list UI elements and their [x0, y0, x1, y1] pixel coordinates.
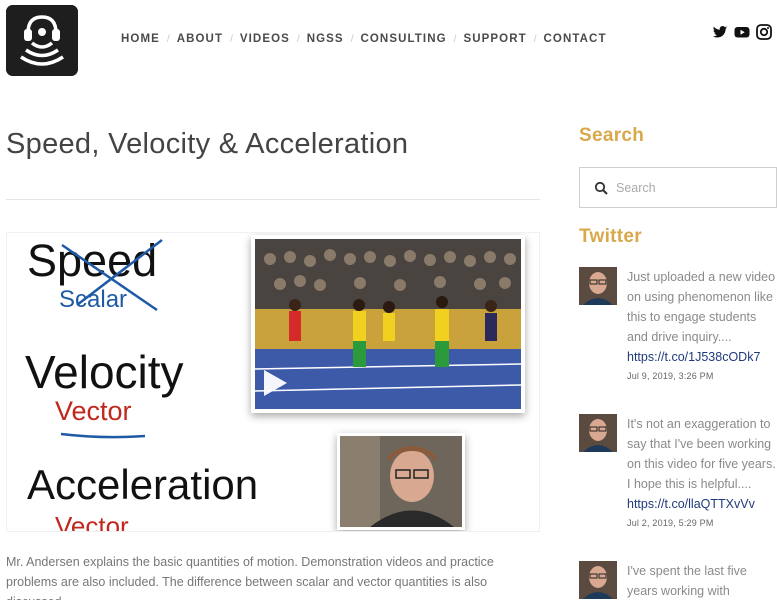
tweet-date[interactable]: Jul 9, 2019, 3:26 PM — [627, 371, 777, 381]
main-nav: HOME / ABOUT / VIDEOS / NGSS / CONSULTIN… — [121, 33, 607, 45]
race-scene-icon — [254, 239, 522, 409]
nav-videos[interactable]: VIDEOS — [240, 33, 290, 45]
twitter-icon[interactable] — [712, 24, 728, 40]
divider — [6, 199, 540, 200]
tweet-text: It's not an exaggeration to say that I'v… — [627, 417, 776, 491]
video-description: Mr. Andersen explains the basic quantiti… — [6, 555, 494, 600]
nav-separator: / — [350, 33, 354, 45]
video-word-velocity: Velocity — [25, 346, 184, 398]
nav-separator: / — [296, 33, 300, 45]
video-word-vector-2: Vector — [55, 511, 129, 532]
video-word-vector: Vector — [55, 396, 132, 426]
tweet-text: I've spent the last five years working w… — [627, 564, 747, 598]
headphones-logo-icon — [6, 5, 78, 76]
avatar[interactable] — [579, 414, 617, 452]
vector-underline-icon — [60, 432, 146, 439]
play-icon[interactable] — [259, 367, 291, 399]
nav-support[interactable]: SUPPORT — [463, 33, 526, 45]
nav-separator: / — [166, 33, 170, 45]
nav-contact[interactable]: CONTACT — [544, 33, 607, 45]
nav-ngss[interactable]: NGSS — [307, 33, 344, 45]
presenter-icon — [340, 436, 462, 527]
instagram-icon[interactable] — [756, 24, 772, 40]
twitter-heading: Twitter — [579, 226, 642, 247]
site-logo[interactable] — [6, 5, 78, 76]
nav-separator: / — [453, 33, 457, 45]
avatar[interactable] — [579, 561, 617, 599]
search-heading: Search — [579, 125, 645, 146]
avatar[interactable] — [579, 267, 617, 305]
youtube-icon[interactable] — [734, 24, 750, 40]
search-icon — [594, 181, 608, 195]
nav-separator: / — [230, 33, 233, 45]
page-title: Speed, Velocity & Acceleration — [6, 128, 409, 160]
video-word-scalar: Scalar — [59, 286, 128, 313]
search-box — [579, 167, 777, 208]
tweet-text: Just uploaded a new video on using pheno… — [627, 270, 776, 344]
nav-home[interactable]: HOME — [121, 33, 160, 45]
nav-separator: / — [533, 33, 537, 45]
sprint-race-photo — [251, 235, 525, 413]
nav-consulting[interactable]: CONSULTING — [360, 33, 446, 45]
video-word-acceleration: Acceleration — [27, 461, 259, 508]
search-input[interactable] — [616, 180, 766, 195]
nav-about[interactable]: ABOUT — [177, 33, 223, 45]
video-player[interactable]: Speed Scalar Velocity Vector Acceleratio… — [6, 232, 540, 532]
tweet-link[interactable]: https://t.co/llaQTTXvVv — [627, 494, 777, 514]
presenter-photo — [337, 433, 465, 530]
social-links — [712, 24, 772, 40]
tweet-link[interactable]: https://t.co/1J538cODk7 — [627, 347, 777, 367]
tweet-date[interactable]: Jul 2, 2019, 5:29 PM — [627, 518, 777, 528]
